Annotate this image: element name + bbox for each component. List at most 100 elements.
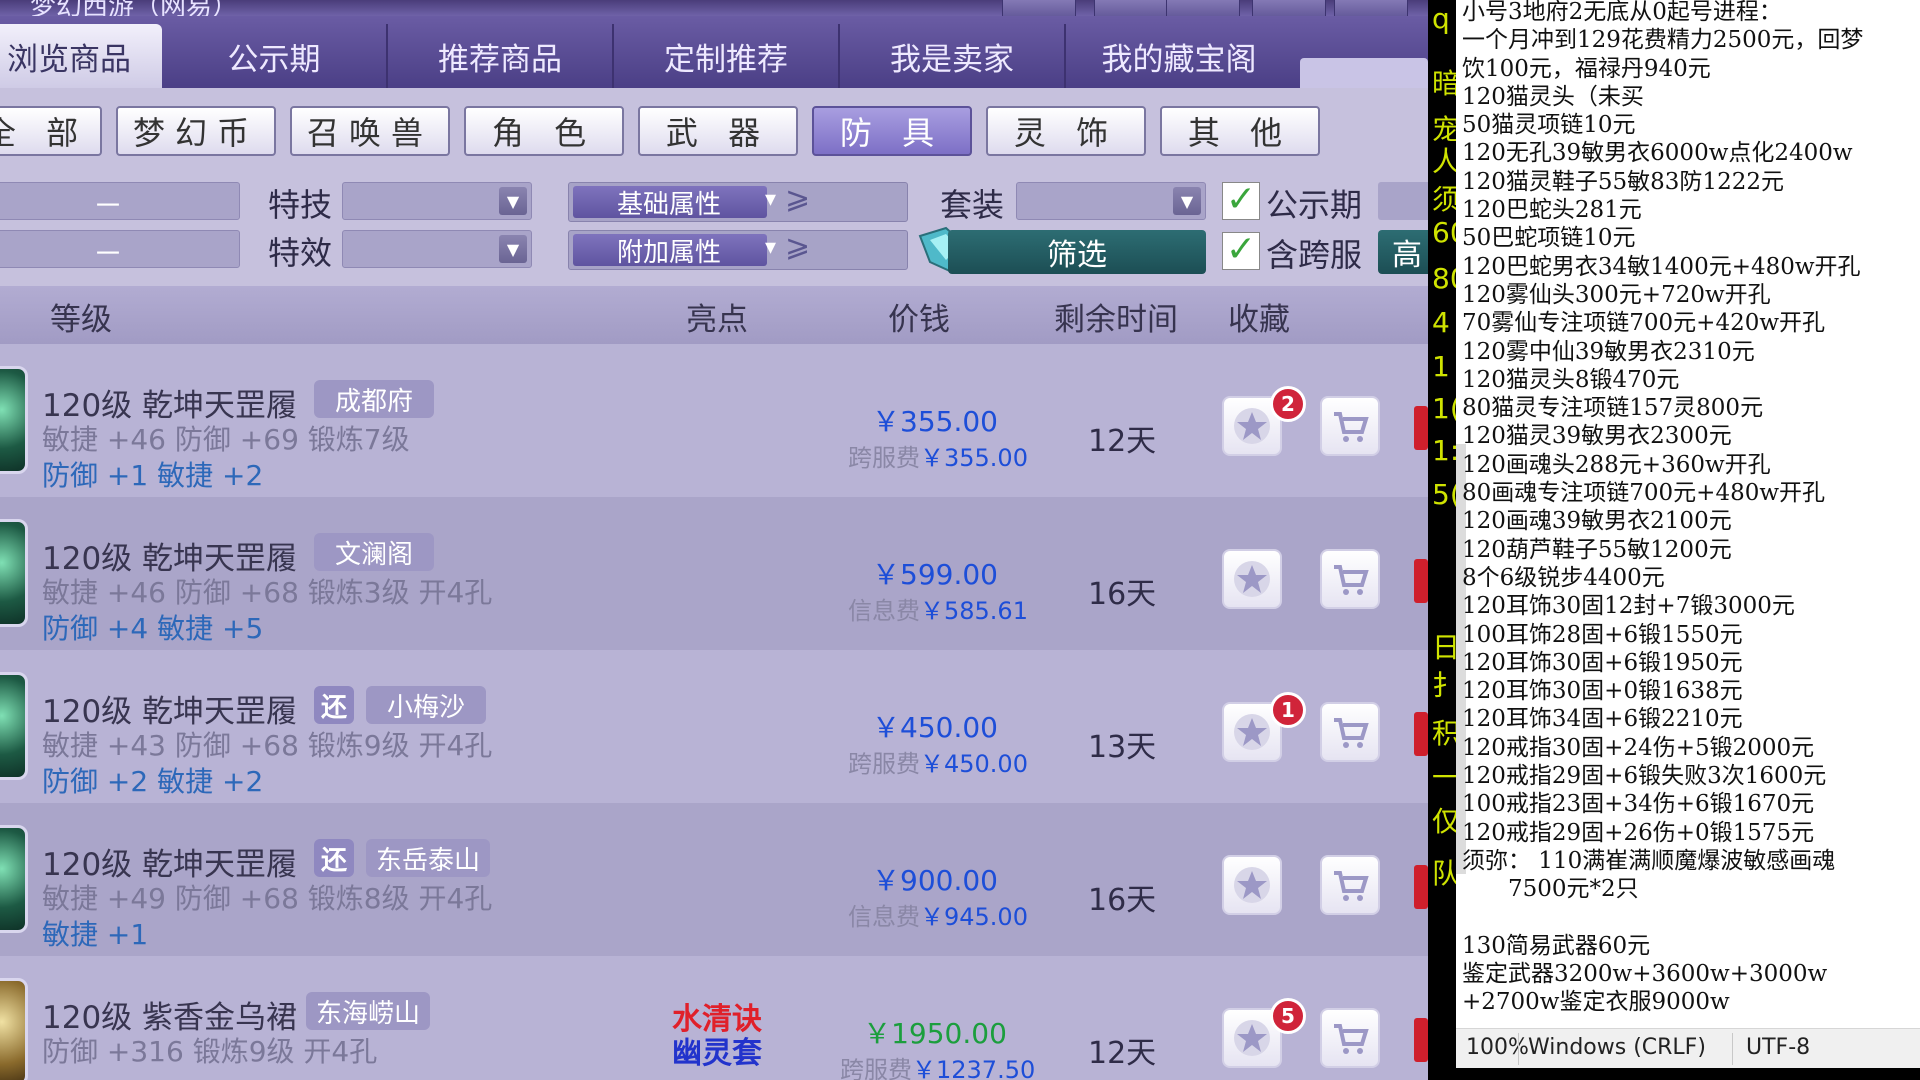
extra-attr-filter[interactable]: 附加属性 ▾ ⩾: [568, 229, 908, 270]
note-line: 一个月冲到129花费精力2500元，回梦: [1462, 27, 1864, 54]
cart-button[interactable]: [1320, 396, 1380, 456]
note-line: 7500元*2只: [1462, 876, 1639, 903]
arrow-right-icon: ⩾: [785, 229, 811, 264]
base-attr-filter[interactable]: 基础属性 ▾ ⩾: [568, 181, 908, 222]
tab-my-treasure[interactable]: 我的藏宝阁: [1066, 24, 1292, 88]
buy-tab-edge[interactable]: [1414, 865, 1428, 909]
extra-input[interactable]: [1378, 182, 1428, 220]
cart-button[interactable]: [1320, 1008, 1380, 1068]
cat-weapon[interactable]: 武 器: [638, 106, 798, 156]
cat-armor[interactable]: 防 具: [812, 106, 972, 156]
table-row[interactable]: 120级 乾坤天罡履 还 小梅沙 敏捷 +43 防御 +68 锻炼9级 开4孔 …: [0, 650, 1428, 803]
level-range-input-bottom[interactable]: －: [0, 230, 240, 272]
cat-all[interactable]: 全 部: [0, 106, 102, 156]
note-line: +2700w鉴定衣服9000w: [1462, 989, 1730, 1016]
col-level[interactable]: 等级: [50, 294, 112, 339]
cat-role[interactable]: 角 色: [464, 106, 624, 156]
notepad-status-bar: 100% Windows (CRLF) UTF-8: [1456, 1028, 1920, 1069]
item-list: 120级 乾坤天罡履 成都府 敏捷 +46 防御 +69 锻炼7级 防御 +1 …: [0, 344, 1428, 1080]
note-line: 120戒指29固+6锻失败3次1600元: [1462, 763, 1827, 790]
item-thumbnail[interactable]: [0, 519, 28, 627]
fee-value: ￥450.00: [920, 750, 1028, 778]
table-row[interactable]: 120级 紫香金乌裙 东海崂山 防御 +316 锻炼9级 开4孔 水清诀 幽灵套…: [0, 956, 1428, 1080]
column-header: 等级 亮点 价钱 剩余时间 收藏: [0, 286, 1428, 344]
category-bar: 全 部 梦幻币 召唤兽 角 色 武 器 防 具 灵 饰 其 他: [0, 88, 1428, 168]
cat-other[interactable]: 其 他: [1160, 106, 1320, 156]
status-divider: [1732, 1033, 1733, 1065]
note-line: 120巴蛇男衣34敏1400元+480w开孔: [1462, 253, 1861, 280]
skill-select[interactable]: ▼: [342, 182, 532, 220]
cat-pet[interactable]: 召唤兽: [290, 106, 450, 156]
note-line: 120猫灵鞋子55敏83防1222元: [1462, 168, 1784, 195]
cart-button[interactable]: [1320, 549, 1380, 609]
note-line: 120猫灵39敏男衣2300元: [1462, 423, 1732, 450]
tab-seller[interactable]: 我是卖家: [840, 24, 1066, 88]
note-line: 50猫灵项链10元: [1462, 112, 1636, 139]
cat-ornament[interactable]: 灵 饰: [986, 106, 1146, 156]
fee-value: ￥355.00: [920, 444, 1028, 472]
item-price: ￥900.00: [872, 864, 998, 897]
public-checkbox[interactable]: ✓: [1222, 182, 1260, 220]
overlay-char: 4: [1432, 306, 1450, 339]
note-line: 120雾中仙39敏男衣2310元: [1462, 338, 1755, 365]
caret-down-icon: ▾: [765, 235, 777, 260]
table-row[interactable]: 120级 乾坤天罡履 还 东岳泰山 敏捷 +49 防御 +68 锻炼8级 开4孔…: [0, 803, 1428, 956]
set-select[interactable]: ▼: [1016, 182, 1206, 220]
favorite-button[interactable]: [1222, 549, 1282, 609]
effect-select[interactable]: ▼: [342, 230, 532, 268]
item-thumbnail[interactable]: [0, 672, 28, 780]
fav-count-badge: 5: [1270, 998, 1306, 1034]
server-tag: 东海崂山: [306, 992, 430, 1030]
col-price[interactable]: 价钱: [888, 294, 950, 339]
server-tag: 东岳泰山: [366, 839, 490, 877]
filter-button[interactable]: 筛选: [948, 230, 1206, 274]
item-thumbnail[interactable]: [0, 978, 28, 1080]
tab-recommend[interactable]: 推荐商品: [388, 24, 614, 88]
note-line: 饮100元，福禄丹940元: [1462, 55, 1711, 82]
buy-tab-edge[interactable]: [1414, 1018, 1428, 1062]
note-line: 120耳饰30固+0锻1638元: [1462, 678, 1743, 705]
col-time[interactable]: 剩余时间: [1054, 294, 1178, 339]
note-line: 120耳饰30固12封+7锻3000元: [1462, 593, 1795, 620]
server-tag: 成都府: [314, 380, 434, 418]
range-dash: －: [93, 189, 123, 224]
item-fee: 跨服费￥355.00: [848, 438, 1028, 473]
table-row[interactable]: 120级 乾坤天罡履 成都府 敏捷 +46 防御 +69 锻炼7级 防御 +1 …: [0, 344, 1428, 497]
encoding: UTF-8: [1746, 1035, 1811, 1060]
tab-custom[interactable]: 定制推荐: [614, 24, 840, 88]
item-thumbnail[interactable]: [0, 825, 28, 933]
item-time: 13天: [1088, 730, 1157, 765]
cart-button[interactable]: [1320, 702, 1380, 762]
note-line: 120葫芦鞋子55敏1200元: [1462, 536, 1732, 563]
fee-label: 跨服费: [848, 444, 920, 472]
advanced-button[interactable]: 高: [1378, 230, 1428, 274]
table-row[interactable]: 120级 乾坤天罡履 文澜阁 敏捷 +46 防御 +68 锻炼3级 开4孔 防御…: [0, 497, 1428, 650]
base-attr-label: 基础属性: [573, 186, 767, 220]
fee-value: ￥1237.50: [912, 1056, 1036, 1080]
tab-browse[interactable]: 浏览商品: [0, 24, 162, 88]
buy-tab-edge[interactable]: [1414, 712, 1428, 756]
buy-tab-edge[interactable]: [1414, 406, 1428, 450]
star-icon: [1234, 408, 1270, 444]
favorite-button[interactable]: [1222, 855, 1282, 915]
cart-button[interactable]: [1320, 855, 1380, 915]
cart-icon: [1334, 718, 1369, 748]
note-line: 100耳饰28固+6锻1550元: [1462, 621, 1743, 648]
buy-tab-edge[interactable]: [1414, 559, 1428, 603]
item-thumbnail[interactable]: [0, 366, 28, 474]
skill-label: 特技: [268, 186, 333, 224]
level-range-input-top[interactable]: －: [0, 182, 240, 224]
item-fee: 跨服费￥1237.50: [840, 1050, 1035, 1080]
line-ending: Windows (CRLF): [1528, 1035, 1706, 1060]
note-line: 120画魂头288元+360w开孔: [1462, 451, 1771, 478]
item-fee: 信息费￥585.61: [848, 591, 1028, 626]
returned-tag: 还: [314, 686, 354, 724]
cat-coin[interactable]: 梦幻币: [116, 106, 276, 156]
tab-public[interactable]: 公示期: [162, 24, 388, 88]
fee-label: 跨服费: [848, 750, 920, 778]
highlight-set: 幽灵套: [672, 1036, 762, 1071]
notepad-text-area[interactable]: 小号3地府2无底从0起号进程： 一个月冲到129花费精力2500元，回梦 饮100元…: [1462, 0, 1918, 1016]
note-line: 100戒指23固+34伤+6锻1670元: [1462, 791, 1815, 818]
col-highlight: 亮点: [686, 302, 748, 338]
cross-server-checkbox[interactable]: ✓: [1222, 232, 1260, 270]
